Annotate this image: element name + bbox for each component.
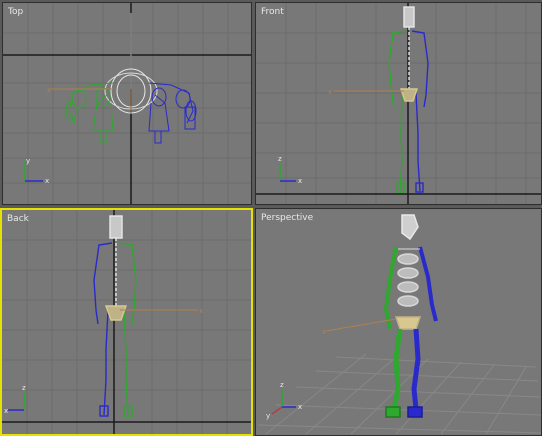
axis-label-y: y [266,412,270,420]
axis-label-x: x [298,177,302,185]
axis-tripod-front: z x [278,155,302,185]
viewport-front-canvas[interactable]: x z x [256,3,542,205]
viewport-perspective[interactable]: Perspective x z x y [255,208,542,436]
svg-text:x: x [322,328,326,336]
biped-back-view[interactable]: x [93,215,203,417]
viewport-front[interactable]: Front x z x [255,2,542,205]
svg-text:x: x [47,86,51,94]
viewport-label-back[interactable]: Back [7,214,29,224]
axis-label-x: x [4,407,8,415]
svg-text:x: x [328,88,332,96]
axis-label-y: y [26,157,30,165]
axis-label-z: z [22,384,26,392]
axis-label-x: x [45,177,49,185]
viewport-back-canvas[interactable]: x z x [2,210,251,434]
viewport-label-perspective[interactable]: Perspective [261,213,313,223]
grid-front [256,3,541,204]
biped-perspective-view[interactable]: x [322,214,438,418]
viewport-label-front[interactable]: Front [261,7,284,17]
axis-label-z: z [280,381,284,389]
viewport-perspective-canvas[interactable]: x z x y [256,209,542,436]
grid-top [3,3,251,204]
viewport-top[interactable]: Top x y x [2,2,252,205]
viewport-top-canvas[interactable]: x y x [3,3,252,205]
axis-tripod-back: z x [4,384,26,415]
grid-perspective [257,353,541,435]
svg-text:x: x [199,307,203,315]
axis-label-z: z [278,155,282,163]
viewport-back[interactable]: Back x z x [0,208,253,436]
axis-tripod-top: y x [24,157,49,185]
axis-label-x: x [298,403,302,411]
biped-front-view[interactable]: x [328,6,429,193]
viewport-label-top[interactable]: Top [8,7,23,17]
